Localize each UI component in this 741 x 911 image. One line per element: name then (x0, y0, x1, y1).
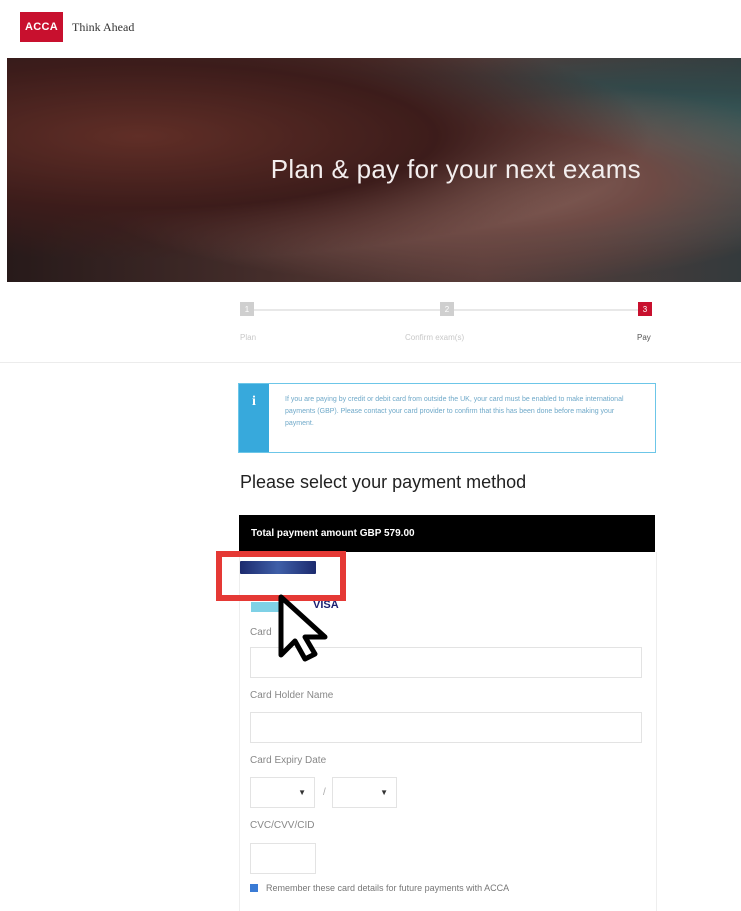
total-amount-text: Total payment amount GBP 579.00 (251, 528, 415, 539)
cvc-label: CVC/CVV/CID (250, 820, 315, 831)
info-icon: i (239, 384, 269, 452)
mouse-pointer-icon (278, 594, 328, 662)
remember-card-option[interactable]: Remember these card details for future p… (250, 883, 509, 893)
card-number-label: Card (250, 627, 272, 638)
chevron-down-icon: ▼ (298, 788, 306, 797)
step-2-label: Confirm exam(s) (405, 333, 465, 342)
step-2-indicator: 2 (440, 302, 454, 316)
hero-title: Plan & pay for your next exams (270, 154, 641, 184)
acca-logo[interactable]: ACCA (20, 12, 63, 42)
payment-method-heading: Please select your payment method (240, 472, 527, 492)
remember-checkbox[interactable] (250, 884, 258, 892)
card-holder-input[interactable] (250, 712, 642, 743)
notice-text: If you are paying by credit or debit car… (285, 396, 624, 427)
international-payment-notice: i If you are paying by credit or debit c… (238, 383, 656, 453)
hero-banner: Plan & pay for your next exams (7, 58, 741, 282)
step-1-label: Plan (240, 333, 257, 342)
card-expiry-label: Card Expiry Date (250, 755, 327, 766)
step-3-label: Pay (637, 333, 651, 342)
remember-label: Remember these card details for future p… (266, 883, 510, 893)
chevron-down-icon: ▼ (380, 788, 388, 797)
cvc-input[interactable] (250, 843, 316, 874)
progress-stepper (0, 282, 741, 363)
step-3-indicator: 3 (638, 302, 652, 316)
expiry-separator: / (323, 787, 326, 798)
card-holder-label: Card Holder Name (250, 690, 334, 701)
site-header: ACCA Think Ahead (0, 0, 741, 58)
expiry-month-select[interactable]: ▼ (250, 777, 315, 808)
logo-tagline: Think Ahead (72, 20, 135, 34)
total-amount-bar: Total payment amount GBP 579.00 (239, 515, 655, 552)
step-1-indicator: 1 (240, 302, 254, 316)
expiry-year-select[interactable]: ▼ (332, 777, 397, 808)
